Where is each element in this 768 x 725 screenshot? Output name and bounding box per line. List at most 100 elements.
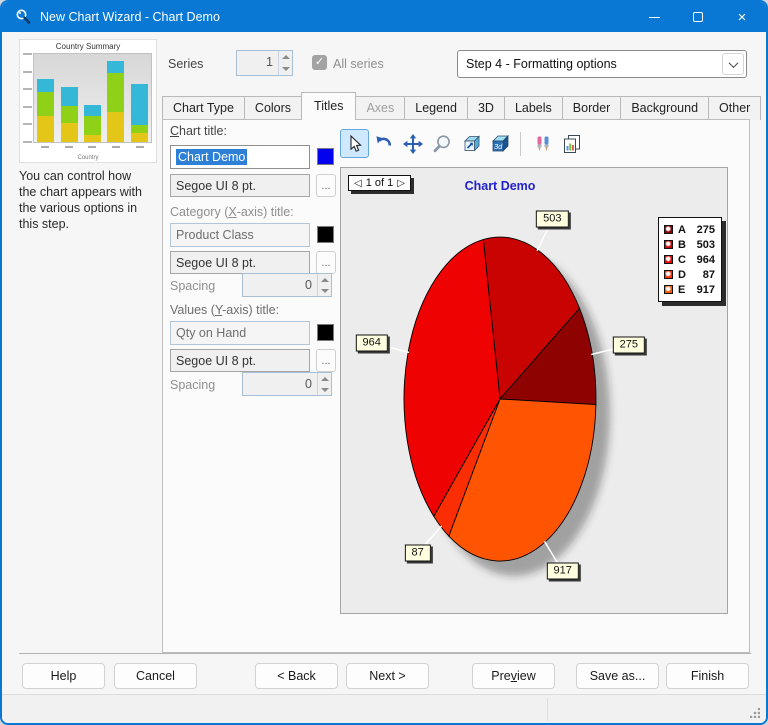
chart-title-font-field[interactable]: Segoe UI 8 pt. xyxy=(170,174,310,197)
maximize-icon xyxy=(693,12,703,22)
data-label-A: 275 xyxy=(613,337,645,354)
thumbnail-bar xyxy=(37,79,54,142)
tab-chart-type[interactable]: Chart Type xyxy=(162,96,245,120)
thumbnail-bar xyxy=(107,61,124,142)
move-tool-button[interactable] xyxy=(398,129,427,158)
maximize-button[interactable] xyxy=(676,2,720,32)
all-series-label: All series xyxy=(333,57,384,71)
rotate-tool-button[interactable] xyxy=(369,129,398,158)
category-font-more-button[interactable]: ... xyxy=(316,251,336,274)
category-title-label: Category (X-axis) title: xyxy=(170,205,294,219)
pointer-tool-button[interactable] xyxy=(340,129,369,158)
series-spin-down[interactable] xyxy=(279,63,292,75)
move-icon xyxy=(403,134,423,154)
legend-swatch-icon xyxy=(664,255,673,264)
legend-item-A: A275 xyxy=(664,222,715,237)
close-button[interactable]: × xyxy=(720,2,764,32)
tab-titles[interactable]: Titles xyxy=(301,92,356,120)
values-title-input[interactable]: Qty on Hand xyxy=(170,321,310,345)
tab-axes[interactable]: Axes xyxy=(355,96,405,120)
thumbnail-bar xyxy=(131,84,148,142)
values-spacing-down[interactable] xyxy=(318,384,331,395)
tab-border[interactable]: Border xyxy=(562,96,622,120)
all-series-checkbox[interactable]: ✓ xyxy=(312,55,327,70)
preview-chart-title: Chart Demo xyxy=(341,179,659,193)
category-spacing-label: Spacing xyxy=(170,279,215,293)
data-label-B: 503 xyxy=(536,211,568,228)
depth-tool-button[interactable] xyxy=(456,129,485,158)
chart-legend: A275B503C964D87E917 xyxy=(658,217,722,302)
category-spacing-spinner[interactable]: 0 xyxy=(242,273,332,297)
legend-swatch-icon xyxy=(664,240,673,249)
thumbnail-bar xyxy=(61,87,78,142)
legend-item-E: E917 xyxy=(664,282,715,297)
tab-labels[interactable]: Labels xyxy=(504,96,563,120)
values-color-swatch[interactable] xyxy=(317,324,334,341)
pointer-icon xyxy=(345,134,365,154)
legend-swatch-icon xyxy=(664,285,673,294)
legend-swatch-icon xyxy=(664,270,673,279)
data-label-D: 87 xyxy=(405,544,431,561)
resize-grip[interactable] xyxy=(750,708,760,718)
values-spacing-spinner[interactable]: 0 xyxy=(242,372,332,396)
preview-toolbar: 3d xyxy=(340,129,586,158)
chart-preview-panel: ◁ 1 of 1 ▷ Chart Demo A275B503C964D87E91… xyxy=(340,167,728,614)
tab-3d[interactable]: 3D xyxy=(467,96,505,120)
tab-colors[interactable]: Colors xyxy=(244,96,302,120)
3d-tool-button[interactable]: 3d xyxy=(485,129,514,158)
help-button[interactable]: Help xyxy=(22,663,105,689)
chart-title-input[interactable]: Chart Demo xyxy=(170,145,310,169)
zoom-tool-button[interactable] xyxy=(427,129,456,158)
wizard-step-value: Step 4 - Formatting options xyxy=(458,57,722,71)
series-label: Series xyxy=(168,57,203,71)
chevron-down-icon xyxy=(722,53,744,75)
values-title-label: Values (Y-axis) title: xyxy=(170,303,279,317)
title-bar: New Chart Wizard - Chart Demo × xyxy=(2,2,766,32)
minimize-icon xyxy=(649,17,660,18)
tab-strip: Chart Type Colors Titles Axes Legend 3D … xyxy=(162,94,760,120)
series-spinner[interactable]: 1 xyxy=(236,50,293,76)
category-spacing-down[interactable] xyxy=(318,285,331,296)
minimize-button[interactable] xyxy=(632,2,676,32)
series-value: 1 xyxy=(237,51,278,75)
data-label-E: 917 xyxy=(547,563,579,580)
values-spacing-up[interactable] xyxy=(318,373,331,384)
save-as-button[interactable]: Save as... xyxy=(576,663,659,689)
thumbnail-bar xyxy=(84,105,101,142)
values-font-more-button[interactable]: ... xyxy=(316,349,336,372)
category-color-swatch[interactable] xyxy=(317,226,334,243)
status-separator xyxy=(547,698,548,721)
magnifier-app-icon xyxy=(14,8,32,26)
back-button[interactable]: < Back xyxy=(255,663,338,689)
values-font-field[interactable]: Segoe UI 8 pt. xyxy=(170,349,310,372)
legend-item-C: C964 xyxy=(664,252,715,267)
chart-title-color-swatch[interactable] xyxy=(317,148,334,165)
svg-text:3d: 3d xyxy=(494,142,503,151)
series-spin-up[interactable] xyxy=(279,51,292,63)
properties-tool-button[interactable] xyxy=(528,129,557,158)
window-title: New Chart Wizard - Chart Demo xyxy=(40,10,220,24)
tab-legend[interactable]: Legend xyxy=(404,96,468,120)
cancel-button[interactable]: Cancel xyxy=(114,663,197,689)
finish-button[interactable]: Finish xyxy=(666,663,749,689)
toolbar-separator xyxy=(520,132,521,156)
gallery-tool-button[interactable] xyxy=(557,129,586,158)
legend-item-B: B503 xyxy=(664,237,715,252)
wizard-thumbnail-chart: Country Summary Country xyxy=(19,39,157,163)
thumbnail-y-ticks xyxy=(23,53,32,143)
wizard-step-dropdown[interactable]: Step 4 - Formatting options xyxy=(457,50,747,78)
tab-other[interactable]: Other xyxy=(708,96,761,120)
chart-title-value: Chart Demo xyxy=(176,149,247,165)
category-title-input[interactable]: Product Class xyxy=(170,223,310,247)
category-font-field[interactable]: Segoe UI 8 pt. xyxy=(170,251,310,274)
next-button[interactable]: Next > xyxy=(346,663,429,689)
preview-button[interactable]: Preview xyxy=(472,663,555,689)
legend-item-D: D87 xyxy=(664,267,715,282)
values-spacing-value: 0 xyxy=(243,373,317,395)
legend-swatch-icon xyxy=(664,225,673,234)
chart-title-font-more-button[interactable]: ... xyxy=(316,174,336,197)
thumbnail-x-ticks xyxy=(33,146,152,148)
tab-background[interactable]: Background xyxy=(620,96,709,120)
chart-gallery-icon xyxy=(562,134,582,154)
category-spacing-up[interactable] xyxy=(318,274,331,285)
